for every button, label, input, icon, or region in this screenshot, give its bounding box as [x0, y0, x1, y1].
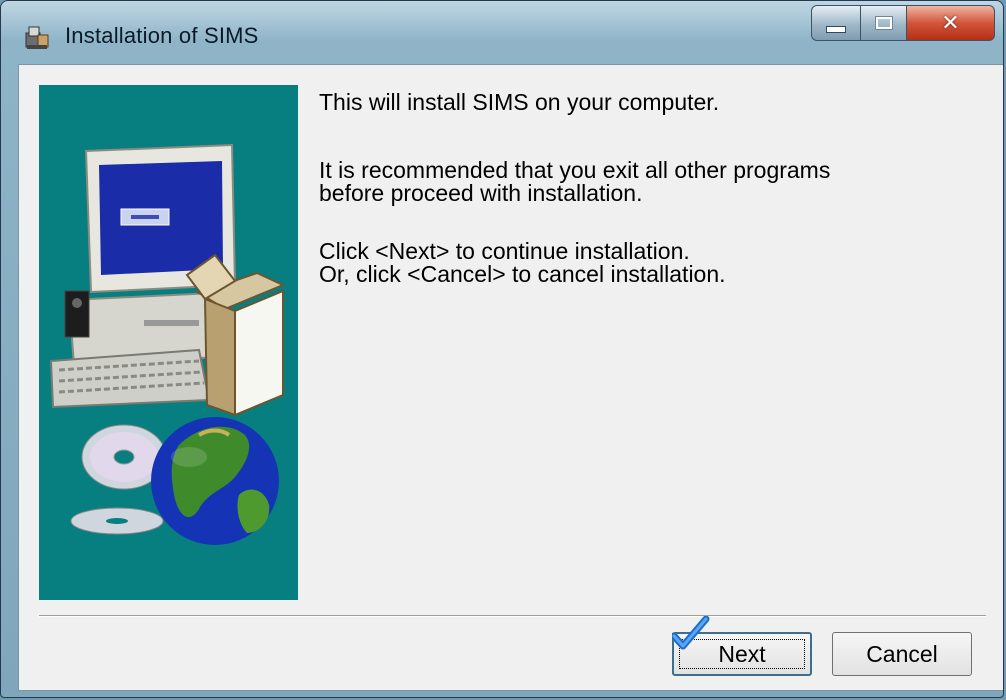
checkmark-icon [672, 616, 710, 650]
recommendation-text: It is recommended that you exit all othe… [319, 157, 831, 206]
minimize-button[interactable] [811, 5, 861, 41]
intro-text: This will install SIMS on your computer. [319, 89, 720, 115]
dialog-client-area: This will install SIMS on your computer.… [18, 64, 1003, 691]
cancel-button-label: Cancel [866, 640, 938, 667]
message-content: This will install SIMS on your computer.… [319, 91, 979, 321]
installer-icon [25, 26, 49, 49]
separator-line [39, 615, 986, 617]
close-button[interactable]: ✕ [907, 5, 995, 41]
installer-illustration [49, 143, 286, 545]
minimize-icon [826, 25, 846, 33]
close-icon: ✕ [941, 10, 960, 36]
window-title: Installation of SIMS [65, 23, 259, 48]
maximize-button[interactable] [861, 5, 907, 41]
cancel-button[interactable]: Cancel [832, 632, 972, 676]
installer-window: Installation of SIMS ✕ This will install… [0, 0, 1004, 698]
caption-buttons: ✕ [811, 5, 995, 45]
instructions-text: Click <Next> to continue installation. O… [319, 238, 726, 287]
title-bar[interactable]: Installation of SIMS ✕ [1, 1, 1003, 63]
maximize-icon [874, 16, 893, 30]
side-panel-illustration [39, 85, 298, 600]
